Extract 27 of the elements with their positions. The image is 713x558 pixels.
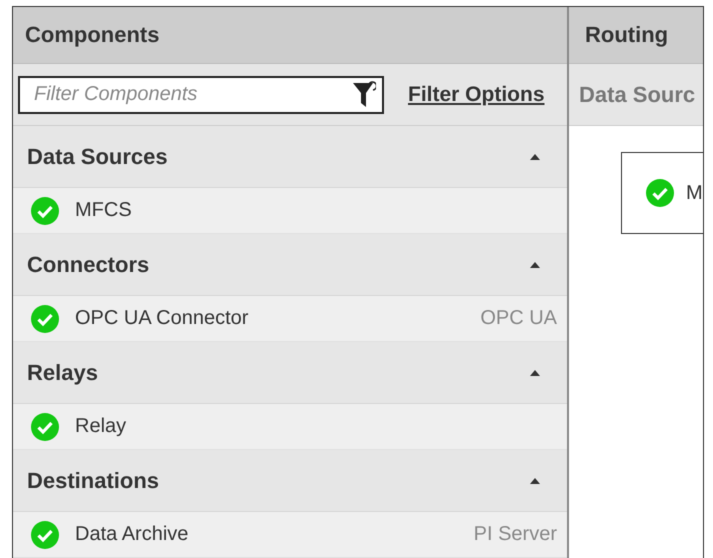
filter-field[interactable]: Filter Components xyxy=(18,76,384,114)
section-title: Destinations xyxy=(27,468,160,494)
section-title: Connectors xyxy=(27,252,150,278)
column-title: Data Sourc xyxy=(579,82,696,108)
component-name: MFCS xyxy=(75,199,133,222)
node-name: M xyxy=(686,182,703,204)
check-icon xyxy=(31,196,59,224)
component-type: PI Server xyxy=(474,523,557,546)
check-icon xyxy=(31,304,59,332)
panel-title: Components xyxy=(25,22,160,48)
collapse-icon[interactable] xyxy=(529,368,541,376)
collapse-icon[interactable] xyxy=(529,260,541,268)
check-icon xyxy=(646,179,674,207)
section-title: Data Sources xyxy=(27,144,168,170)
component-type: OPC UA xyxy=(480,307,557,330)
route-node[interactable]: M xyxy=(621,152,703,234)
component-name: OPC UA Connector xyxy=(75,307,250,330)
collapse-icon[interactable] xyxy=(529,152,541,160)
check-icon xyxy=(31,412,59,440)
component-name: Data Archive xyxy=(75,523,190,546)
filter-icon[interactable] xyxy=(352,80,376,108)
component-name: Relay xyxy=(75,415,128,438)
check-icon xyxy=(31,520,59,548)
panel-title: Routing xyxy=(585,22,668,48)
filter-options-link[interactable]: Filter Options xyxy=(408,82,544,106)
collapse-icon[interactable] xyxy=(529,476,541,484)
section-title: Relays xyxy=(27,360,98,386)
